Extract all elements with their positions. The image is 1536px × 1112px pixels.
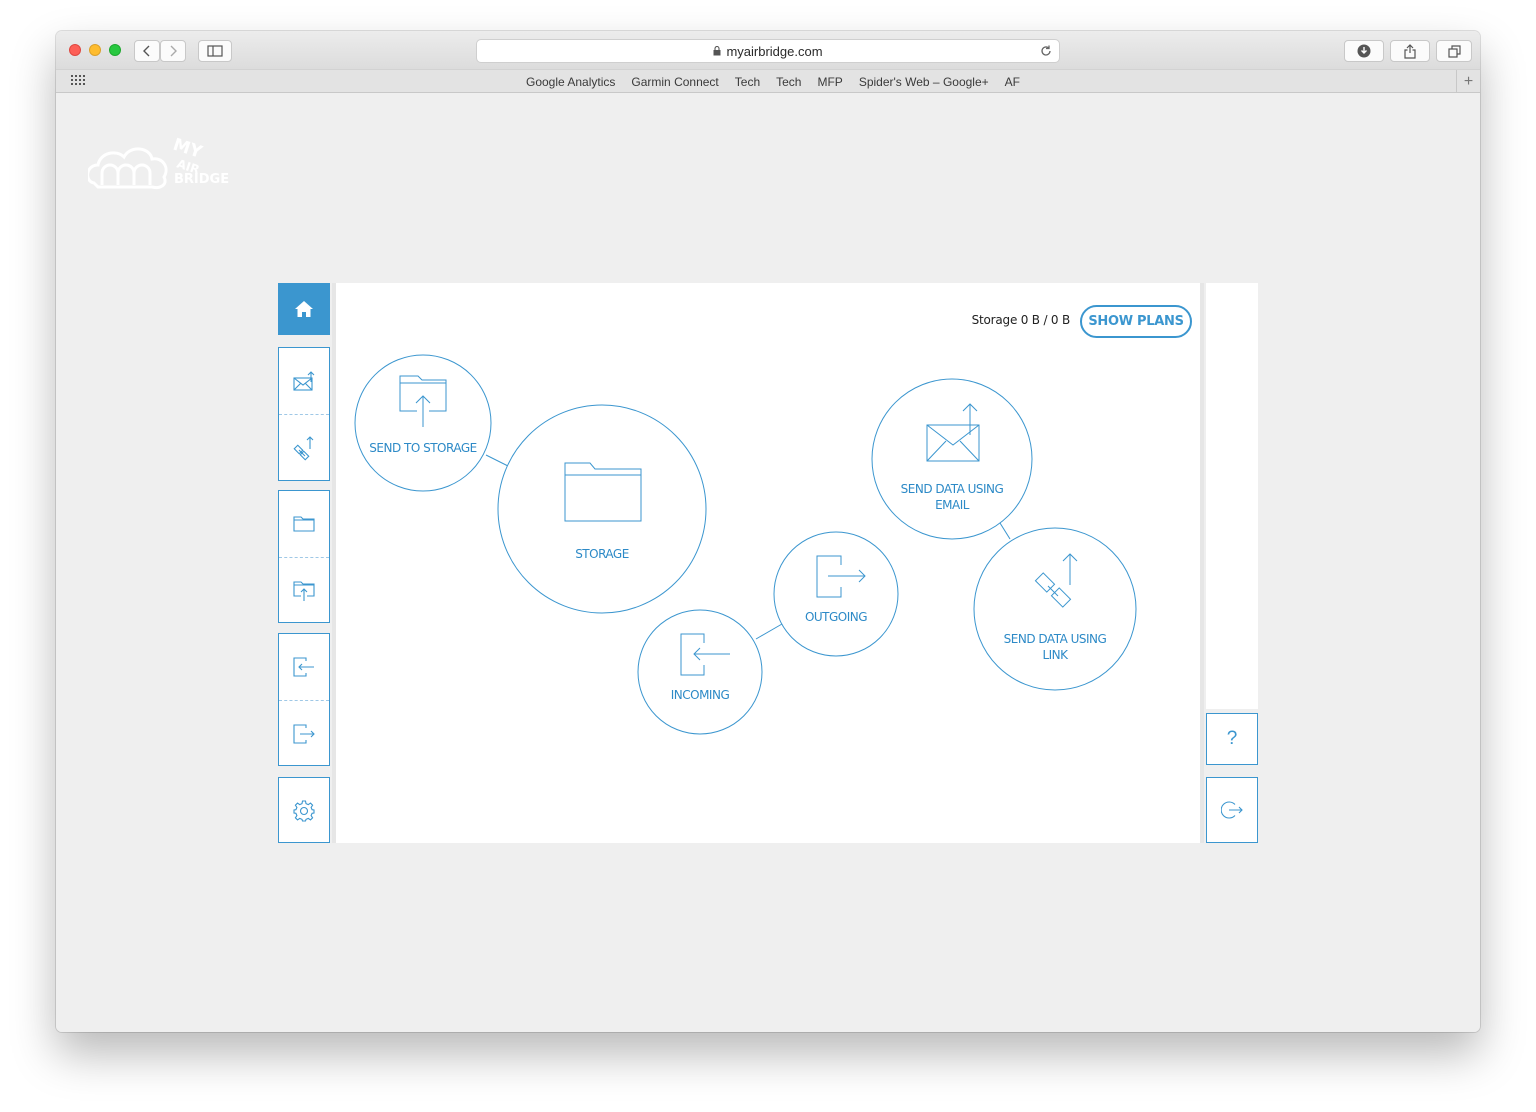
- bubble-send-data-email[interactable]: SEND DATA USING EMAIL: [871, 378, 1033, 540]
- bookmarks-bar: Google Analytics Garmin Connect Tech Tec…: [56, 69, 1480, 93]
- bookmark-garmin-connect[interactable]: Garmin Connect: [631, 75, 718, 89]
- svg-text:STORAGE: STORAGE: [575, 547, 629, 561]
- address-bar[interactable]: myairbridge.com: [476, 39, 1060, 63]
- svg-text:SEND TO STORAGE: SEND TO STORAGE: [369, 441, 476, 455]
- connector-incoming-outgoing: [755, 623, 783, 640]
- sidebar-toggle-button[interactable]: [198, 40, 232, 62]
- send-email-icon: [293, 371, 315, 391]
- bookmark-tech-1[interactable]: Tech: [735, 75, 760, 89]
- page-content: MY AIR BRIDGE Storage 0 B / 0 B SHOW PLA…: [56, 93, 1480, 1032]
- app-container: Storage 0 B / 0 B SHOW PLANS SEND TO STO…: [278, 283, 1258, 843]
- folder-icon: [293, 516, 315, 532]
- bookmark-tech-2[interactable]: Tech: [776, 75, 801, 89]
- svg-text:INCOMING: INCOMING: [671, 688, 730, 702]
- bookmark-af[interactable]: AF: [1005, 75, 1020, 89]
- bookmarks-list: Google Analytics Garmin Connect Tech Tec…: [56, 70, 1480, 93]
- reload-icon[interactable]: [1039, 44, 1053, 58]
- tabs-icon: [1447, 44, 1461, 58]
- send-link-icon: [293, 435, 314, 461]
- dashboard-main: Storage 0 B / 0 B SHOW PLANS SEND TO STO…: [332, 283, 1204, 843]
- bubble-outgoing[interactable]: OUTGOING: [773, 531, 899, 657]
- bubble-storage[interactable]: STORAGE: [497, 404, 707, 614]
- tabs-overview-button[interactable]: [1436, 40, 1472, 62]
- sidebar-send-group: [278, 347, 330, 481]
- bubble-send-to-storage[interactable]: SEND TO STORAGE: [354, 354, 492, 492]
- svg-text:SEND DATA USING: SEND DATA USING: [1004, 632, 1107, 646]
- close-window-button[interactable]: [69, 44, 81, 56]
- gear-icon: [293, 799, 315, 822]
- bookmark-mfp[interactable]: MFP: [817, 75, 842, 89]
- url-text: myairbridge.com: [726, 43, 823, 59]
- sidebar-item-storage[interactable]: [279, 491, 329, 557]
- chevron-right-icon: [170, 45, 177, 57]
- sidebar-item-outgoing[interactable]: [279, 700, 329, 766]
- svg-text:BRIDGE: BRIDGE: [174, 172, 229, 187]
- folder-upload-icon: [293, 580, 315, 601]
- downloads-button[interactable]: [1344, 40, 1384, 62]
- share-icon: [1404, 43, 1416, 59]
- sidebar-item-send-link[interactable]: [279, 414, 329, 480]
- sidebar-settings-group: [278, 777, 330, 843]
- bubble-send-data-link[interactable]: SEND DATA USING LINK: [973, 527, 1137, 691]
- connector-send-to-storage-storage: [485, 454, 509, 467]
- back-button[interactable]: [134, 40, 160, 62]
- sidebar-item-home[interactable]: [278, 283, 330, 335]
- svg-text:EMAIL: EMAIL: [935, 498, 970, 512]
- sidebar-storage-group: [278, 490, 330, 623]
- sidebar-item-send-email[interactable]: [279, 348, 329, 414]
- sidebar-icon: [207, 45, 223, 57]
- connector-email-link: [999, 522, 1011, 540]
- bookmark-google-analytics[interactable]: Google Analytics: [526, 75, 615, 89]
- logout-button[interactable]: [1206, 777, 1258, 843]
- download-icon: [1357, 44, 1371, 58]
- outgoing-icon: [293, 723, 315, 744]
- home-icon: [295, 301, 313, 317]
- bubble-incoming[interactable]: INCOMING: [637, 609, 763, 735]
- incoming-icon: [293, 657, 314, 677]
- svg-text:LINK: LINK: [1042, 648, 1069, 662]
- svg-text:SEND DATA USING: SEND DATA USING: [901, 482, 1004, 496]
- lock-icon: [713, 46, 721, 56]
- zoom-window-button[interactable]: [109, 44, 121, 56]
- svg-text:OUTGOING: OUTGOING: [805, 610, 867, 624]
- sidebar-item-settings[interactable]: [279, 778, 329, 843]
- new-tab-button[interactable]: +: [1456, 70, 1480, 93]
- browser-window: myairbridge.com Google Analytics Garmin …: [56, 31, 1480, 1032]
- share-button[interactable]: [1390, 40, 1430, 62]
- forward-button[interactable]: [160, 40, 186, 62]
- sidebar-item-send-to-storage[interactable]: [279, 557, 329, 623]
- myairbridge-logo[interactable]: MY AIR BRIDGE: [88, 125, 238, 195]
- right-toolbar-panel: [1206, 283, 1258, 709]
- bookmark-spiders-web[interactable]: Spider's Web – Google+: [859, 75, 989, 89]
- browser-toolbar: myairbridge.com: [56, 31, 1480, 69]
- sidebar-item-incoming[interactable]: [279, 634, 329, 700]
- right-toolbar: ?: [1206, 283, 1258, 843]
- help-button[interactable]: ?: [1206, 713, 1258, 765]
- feature-bubble-diagram: SEND TO STORAGE STORAGE OUTGOING INCOMIN…: [354, 354, 1137, 735]
- minimize-window-button[interactable]: [89, 44, 101, 56]
- chevron-left-icon: [143, 45, 150, 57]
- logout-icon: [1221, 801, 1243, 819]
- sidebar-transfer-group: [278, 633, 330, 766]
